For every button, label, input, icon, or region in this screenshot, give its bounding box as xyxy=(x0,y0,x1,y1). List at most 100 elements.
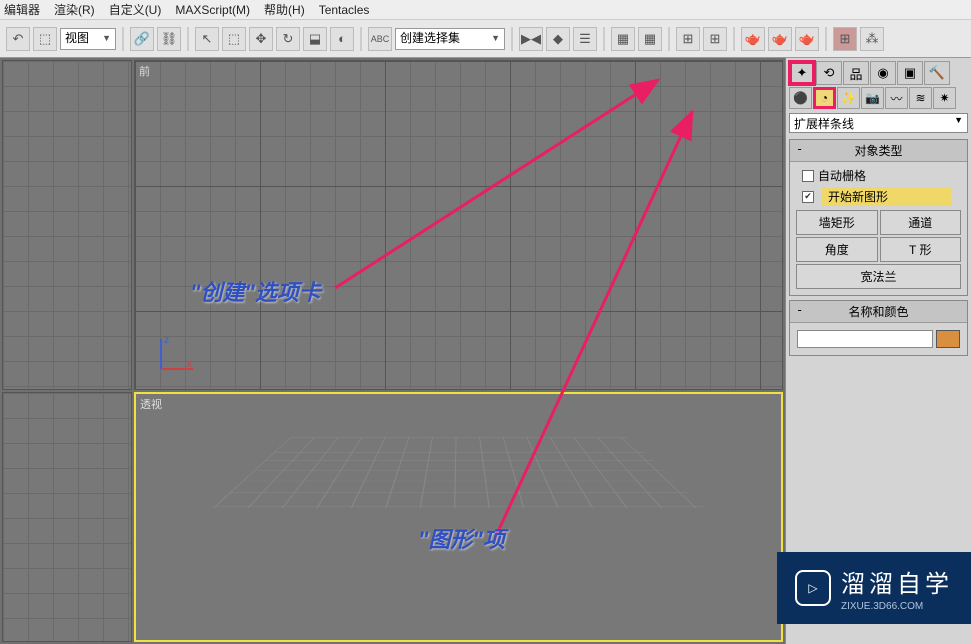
schematic-button[interactable]: ▦ xyxy=(638,27,662,51)
lights-subtab[interactable]: ✨ xyxy=(837,87,860,109)
selection-set-label: 创建选择集 xyxy=(400,31,460,45)
viewports: 前 x z 透视 xyxy=(0,58,785,644)
menu-tentacles[interactable]: Tentacles xyxy=(319,3,370,17)
select-button[interactable]: ↖ xyxy=(195,27,219,51)
motion-tab[interactable]: ◉ xyxy=(870,61,896,85)
layers-button[interactable]: ☰ xyxy=(573,27,597,51)
curve-editor-button[interactable]: ▦ xyxy=(611,27,635,51)
cameras-subtab[interactable]: 📷 xyxy=(861,87,884,109)
menu-render[interactable]: 渲染(R) xyxy=(54,1,95,18)
extra2-button[interactable]: ⁂ xyxy=(860,27,884,51)
space-warps-icon: ≋ xyxy=(915,91,925,105)
rollout-header[interactable]: -名称和颜色 xyxy=(790,301,967,323)
helpers-subtab[interactable]: 〰 xyxy=(885,87,908,109)
motion-icon: ◉ xyxy=(877,65,888,81)
link-button[interactable]: 🔗 xyxy=(130,27,154,51)
geometry-subtab[interactable]: ⚫ xyxy=(789,87,812,109)
menu-help[interactable]: 帮助(H) xyxy=(264,1,305,18)
rollout-header[interactable]: -对象类型 xyxy=(790,140,967,162)
selection-set-dropdown[interactable]: 创建选择集 xyxy=(395,28,505,50)
viewport-top-left[interactable] xyxy=(2,60,132,390)
grid-overlay xyxy=(3,393,131,641)
view-dropdown-label: 视图 xyxy=(65,31,89,45)
modify-icon: ⟲ xyxy=(824,65,835,81)
watermark: ▷ 溜溜自学 ZIXUE.3D66.COM xyxy=(777,552,971,624)
name-color-row xyxy=(794,327,963,351)
name-field[interactable] xyxy=(797,330,933,348)
wide-flange-button[interactable]: 宽法兰 xyxy=(796,264,961,289)
display-icon: ▣ xyxy=(904,65,916,81)
category-dropdown[interactable]: 扩展样条线 xyxy=(789,113,968,133)
auto-grid-checkbox[interactable] xyxy=(802,170,814,182)
render3-button[interactable]: 🫖 xyxy=(795,27,819,51)
viewport-front[interactable]: 前 x z xyxy=(134,60,783,390)
watermark-url: ZIXUE.3D66.COM xyxy=(841,601,953,612)
axis-gizmo: x z xyxy=(157,333,197,373)
start-new-shape-label: 开始新图形 xyxy=(822,187,951,206)
menu-customize[interactable]: 自定义(U) xyxy=(109,1,162,18)
separator xyxy=(733,27,735,51)
viewport-bottom-left[interactable] xyxy=(2,392,132,642)
move-button[interactable]: ✥ xyxy=(249,27,273,51)
auto-grid-label: 自动栅格 xyxy=(818,167,866,184)
align-button[interactable]: ◆ xyxy=(546,27,570,51)
tee-button[interactable]: T 形 xyxy=(880,237,962,262)
wall-rectangle-button[interactable]: 墙矩形 xyxy=(796,210,878,235)
name-color-rollout: -名称和颜色 xyxy=(789,300,968,356)
modify-tab[interactable]: ⟲ xyxy=(816,61,842,85)
systems-icon: ✷ xyxy=(939,91,949,105)
menu-editor[interactable]: 编辑器 xyxy=(4,1,40,18)
grid-overlay xyxy=(3,61,131,389)
object-buttons: 墙矩形 通道 角度 T 形 宽法兰 xyxy=(794,208,963,291)
start-new-shape-checkbox[interactable] xyxy=(802,191,814,203)
angle-button[interactable]: 角度 xyxy=(796,237,878,262)
mirror-button[interactable]: ▶◀ xyxy=(519,27,543,51)
material-button[interactable]: ⊞ xyxy=(676,27,700,51)
unlink-button[interactable]: ⛓ xyxy=(157,27,181,51)
display-tab[interactable]: ▣ xyxy=(897,61,923,85)
color-swatch[interactable] xyxy=(936,330,960,348)
render1-button[interactable]: 🫖 xyxy=(741,27,765,51)
shapes-subtab[interactable]: ◔ xyxy=(813,87,836,109)
render2-button[interactable]: 🫖 xyxy=(768,27,792,51)
extra1-button[interactable]: ⊞ xyxy=(833,27,857,51)
utilities-icon: 🔨 xyxy=(929,65,945,81)
utilities-tab[interactable]: 🔨 xyxy=(924,61,950,85)
separator xyxy=(511,27,513,51)
create-icon: ✦ xyxy=(797,65,808,81)
reference-button[interactable]: ◐ xyxy=(330,27,354,51)
viewport-label: 前 xyxy=(139,63,150,79)
separator xyxy=(122,27,124,51)
hierarchy-tab[interactable]: 品 xyxy=(843,61,869,85)
cameras-icon: 📷 xyxy=(865,91,880,105)
separator xyxy=(603,27,605,51)
render-setup-button[interactable]: ⊞ xyxy=(703,27,727,51)
systems-subtab[interactable]: ✷ xyxy=(933,87,956,109)
hierarchy-icon: 品 xyxy=(849,64,862,83)
channel-button[interactable]: 通道 xyxy=(880,210,962,235)
object-type-rollout: -对象类型 自动栅格 开始新图形 墙矩形 通道 角度 T 形 宽法兰 xyxy=(789,139,968,296)
command-panel-tabs: ✦ ⟲ 品 ◉ ▣ 🔨 xyxy=(789,61,968,85)
menu-maxscript[interactable]: MAXScript(M) xyxy=(175,3,250,17)
svg-text:x: x xyxy=(187,359,192,370)
svg-text:z: z xyxy=(164,335,169,346)
select-region-button[interactable]: ⬚ xyxy=(222,27,246,51)
category-dropdown-label: 扩展样条线 xyxy=(794,117,854,131)
start-new-shape-row: 开始新图形 xyxy=(794,185,963,208)
lights-icon: ✨ xyxy=(841,91,856,105)
menu-bar: 编辑器 渲染(R) 自定义(U) MAXScript(M) 帮助(H) Tent… xyxy=(0,0,971,20)
rotate-button[interactable]: ↻ xyxy=(276,27,300,51)
viewport-perspective[interactable]: 透视 xyxy=(134,392,783,642)
grid-overlay-major xyxy=(135,61,782,389)
create-tab[interactable]: ✦ xyxy=(789,61,815,85)
undo-button[interactable]: ↶ xyxy=(6,27,30,51)
main-toolbar: ↶ ⬚ 视图 🔗 ⛓ ↖ ⬚ ✥ ↻ ⬓ ◐ ABC 创建选择集 ▶◀ ◆ ☰ … xyxy=(0,20,971,58)
viewport-label: 透视 xyxy=(140,396,162,412)
space-warps-subtab[interactable]: ≋ xyxy=(909,87,932,109)
scale-button[interactable]: ⬓ xyxy=(303,27,327,51)
auto-grid-row: 自动栅格 xyxy=(794,166,963,185)
redo-button[interactable]: ⬚ xyxy=(33,27,57,51)
view-dropdown[interactable]: 视图 xyxy=(60,28,116,50)
snap-button[interactable]: ABC xyxy=(368,27,392,51)
rollout-title: 名称和颜色 xyxy=(848,305,908,319)
